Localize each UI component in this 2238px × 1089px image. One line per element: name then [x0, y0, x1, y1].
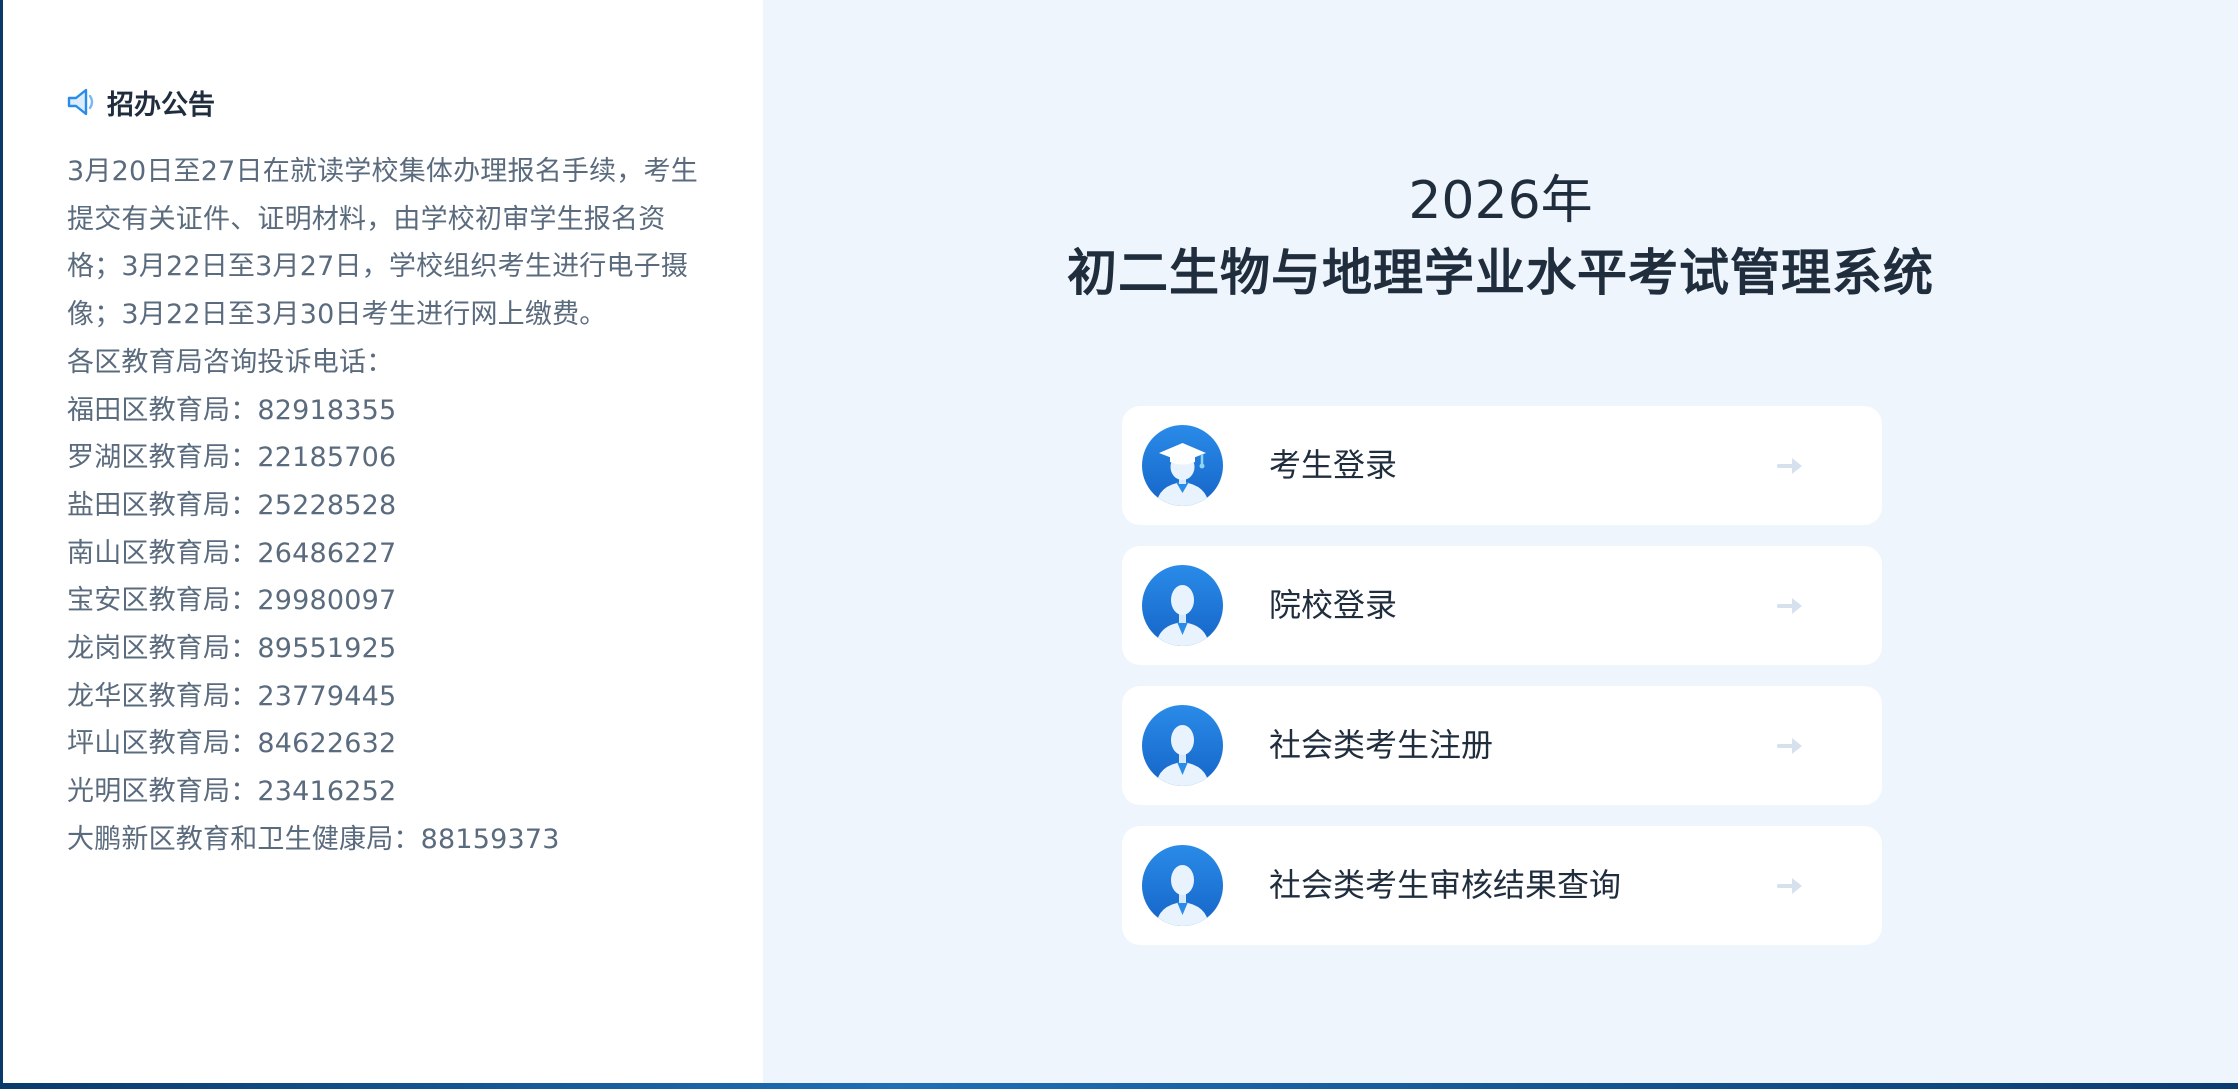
notice-title: 招办公告 — [107, 89, 215, 121]
phone-item: 龙华区教育局：23779445 — [67, 680, 397, 712]
entry-label: 社会类考生注册 — [1269, 726, 1494, 764]
notice-paragraph: 3月20日至27日在就读学校集体办理报名手续，考生提交有关证件、证明材料，由学校… — [67, 156, 698, 331]
hotline-heading: 各区教育局咨询投诉电话： — [67, 346, 394, 378]
arrow-right-icon — [1777, 598, 1802, 614]
notice-panel: 招办公告 3月20日至27日在就读学校集体办理报名手续，考生提交有关证件、证明材… — [3, 0, 763, 1083]
social-register-button[interactable]: 社会类考生注册 — [1122, 686, 1882, 805]
phone-item: 大鹏新区教育和卫生健康局：88159373 — [67, 823, 560, 855]
phone-list: 福田区教育局：82918355 罗湖区教育局：22185706 盐田区教育局：2… — [67, 387, 707, 864]
entry-list: 考生登录 院校登录 社会类考生注册 社会类考生审核结果查询 — [1122, 406, 1882, 966]
phone-item: 光明区教育局：23416252 — [67, 776, 397, 808]
social-review-query-button[interactable]: 社会类考生审核结果查询 — [1122, 826, 1882, 945]
entry-label: 院校登录 — [1269, 586, 1398, 624]
arrow-right-icon — [1777, 458, 1802, 474]
phone-item: 盐田区教育局：25228528 — [67, 489, 397, 521]
entry-label: 考生登录 — [1269, 446, 1398, 484]
notice-body: 3月20日至27日在就读学校集体办理报名手续，考生提交有关证件、证明材料，由学校… — [67, 148, 707, 863]
entry-label: 社会类考生审核结果查询 — [1269, 866, 1622, 904]
system-title: 2026年 初二生物与地理学业水平考试管理系统 — [763, 168, 2238, 308]
person-avatar-icon — [1142, 705, 1223, 786]
page-title: 初二生物与地理学业水平考试管理系统 — [1067, 244, 1934, 302]
arrow-right-icon — [1777, 738, 1802, 754]
phone-item: 罗湖区教育局：22185706 — [67, 442, 397, 474]
arrow-right-icon — [1777, 878, 1802, 894]
person-avatar-icon — [1142, 565, 1223, 646]
phone-item: 福田区教育局：82918355 — [67, 394, 397, 426]
phone-item: 宝安区教育局：29980097 — [67, 585, 397, 617]
graduate-avatar-icon — [1142, 425, 1223, 506]
phone-item: 坪山区教育局：84622632 — [67, 728, 397, 760]
student-login-button[interactable]: 考生登录 — [1122, 406, 1882, 525]
speaker-icon — [67, 88, 94, 116]
phone-item: 龙岗区教育局：89551925 — [67, 632, 397, 664]
title-year: 2026年 — [1408, 171, 1593, 231]
person-avatar-icon — [1142, 845, 1223, 926]
notice-header: 招办公告 — [65, 84, 215, 121]
phone-item: 南山区教育局：26486227 — [67, 537, 397, 569]
school-login-button[interactable]: 院校登录 — [1122, 546, 1882, 665]
